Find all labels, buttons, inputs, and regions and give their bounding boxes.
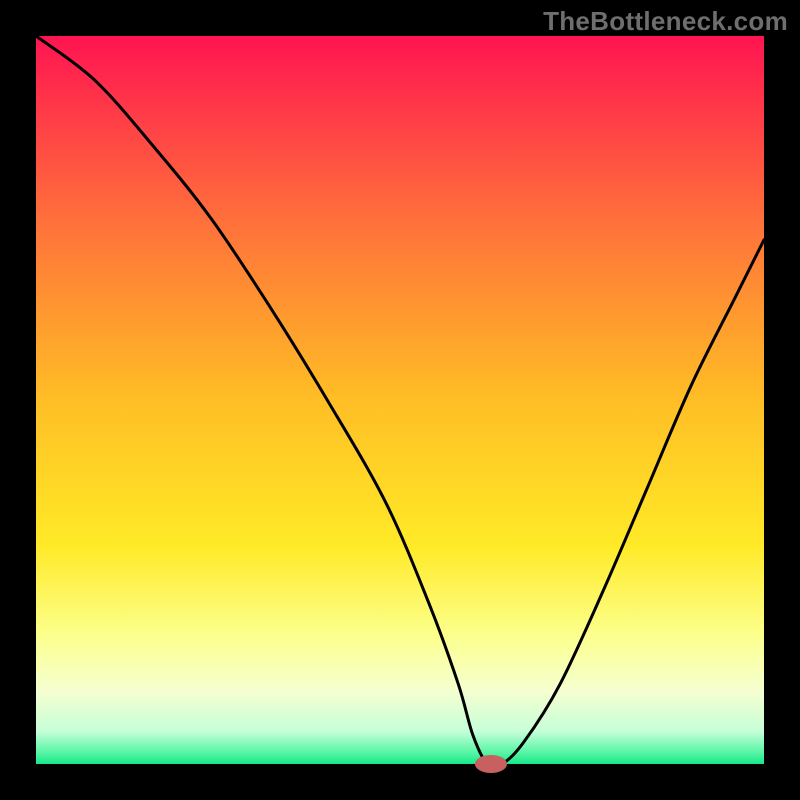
optimal-marker (475, 755, 507, 773)
plot-background (36, 36, 764, 764)
chart-canvas (0, 0, 800, 800)
watermark-text: TheBottleneck.com (543, 6, 788, 37)
bottleneck-chart: TheBottleneck.com (0, 0, 800, 800)
